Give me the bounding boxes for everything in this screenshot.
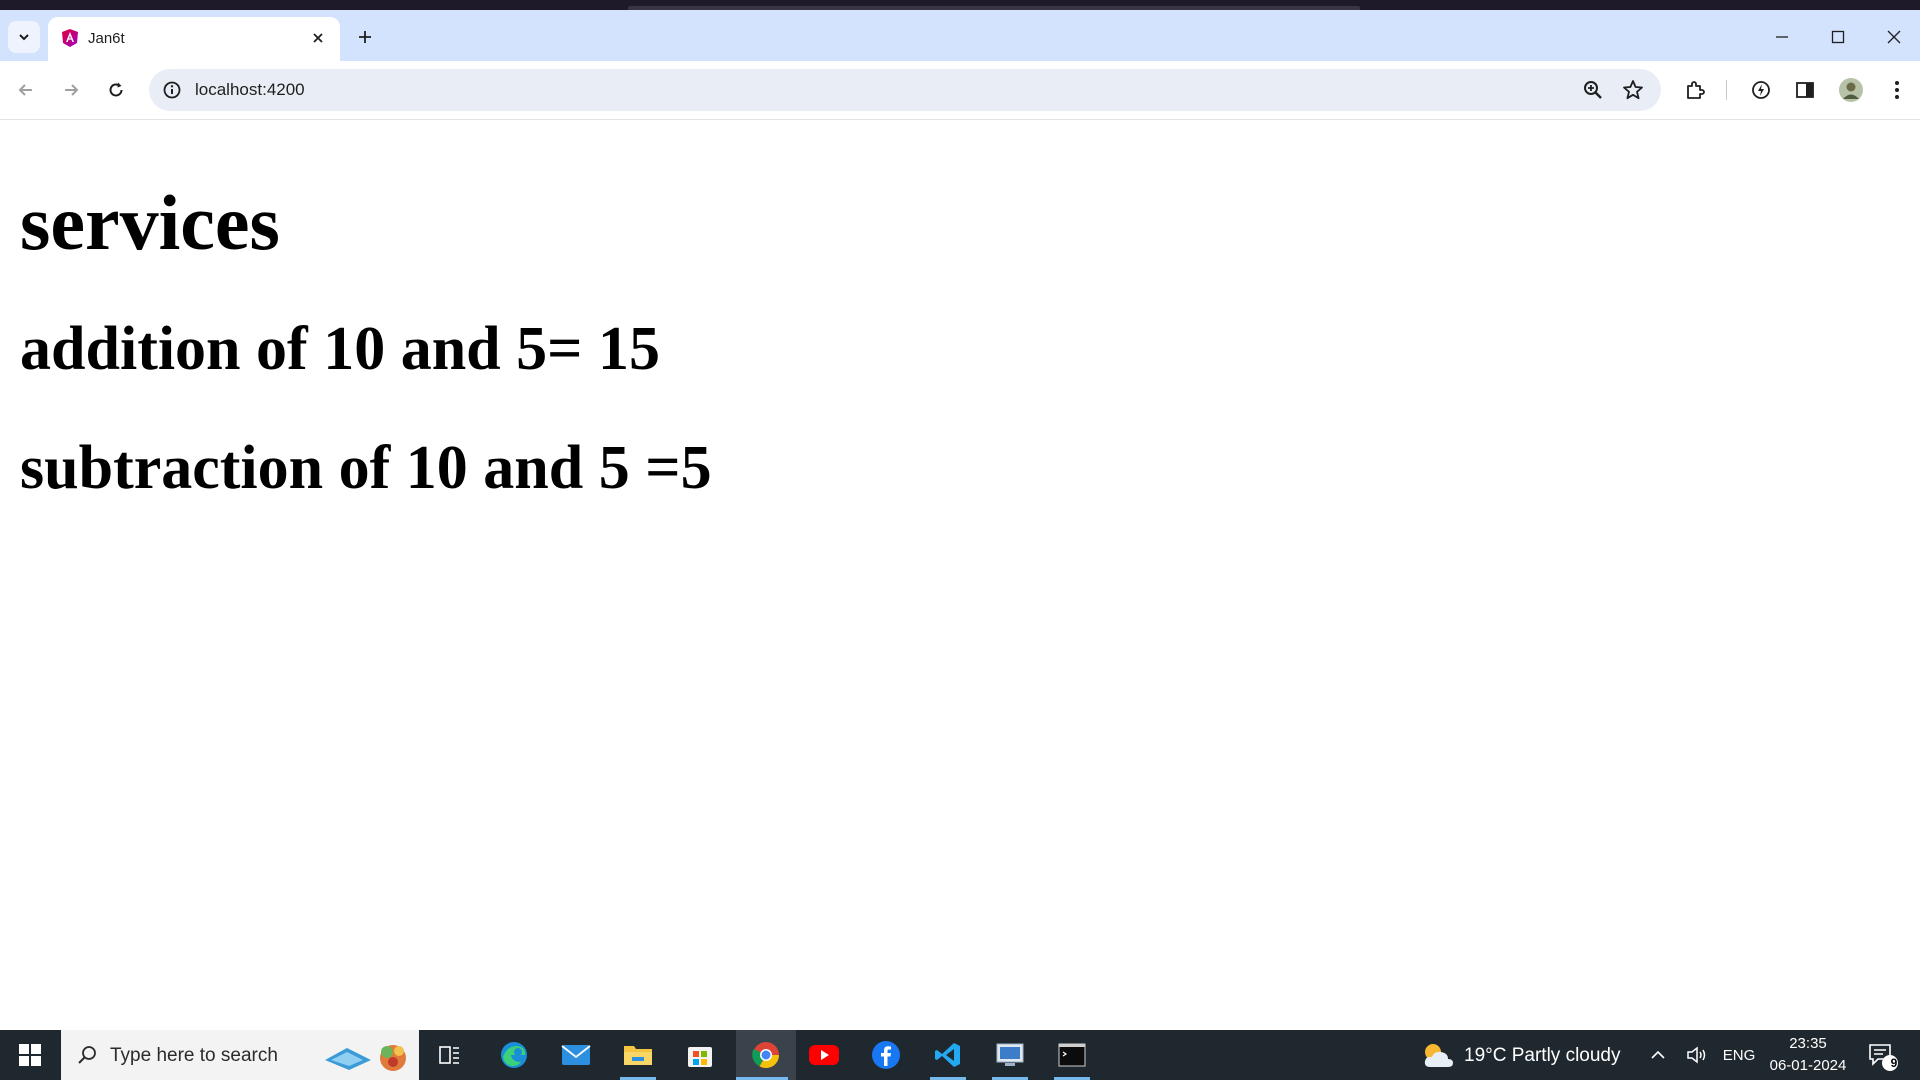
minimize-button[interactable] [1754,20,1810,54]
tab-title: Jan6t [88,30,125,47]
performance-button[interactable] [1746,75,1776,105]
notification-center-button[interactable]: 9 [1866,1040,1900,1072]
taskbar-terminal[interactable] [1046,1030,1098,1080]
clock-date: 06-01-2024 [1769,1057,1847,1074]
browser-tab-bar: Jan6t [0,10,1920,61]
taskbar-microsoft-store[interactable] [674,1030,726,1080]
subtraction-result: subtraction of 10 and 5 =5 [20,434,712,502]
clock-time: 23:35 [1789,1035,1827,1052]
taskbar-youtube[interactable] [798,1030,850,1080]
taskbar-remote-desktop[interactable] [984,1030,1036,1080]
angular-logo-icon [62,29,78,47]
extensions-button[interactable] [1680,75,1710,105]
more-vertical-icon [1895,81,1899,99]
close-icon [1887,30,1901,44]
minimize-icon [1776,36,1788,38]
arrow-left-icon [18,84,32,96]
address-url[interactable]: localhost:4200 [195,80,305,100]
chevron-down-icon [19,34,29,41]
browser-menu-button[interactable] [1882,75,1912,105]
side-panel-icon [1796,82,1814,98]
addition-result: addition of 10 and 5= 15 [20,315,660,383]
mail-icon [561,1045,591,1065]
plus-icon [359,31,371,43]
search-highlight-illustration-icon [325,1045,406,1071]
taskbar-vscode[interactable] [922,1030,974,1080]
windows-logo-icon [19,1044,41,1066]
search-placeholder: Type here to search [110,1045,278,1066]
task-view-button[interactable] [424,1030,476,1080]
speaker-icon [1687,1046,1706,1064]
taskbar-file-explorer[interactable] [612,1030,664,1080]
language-indicator[interactable]: ENG [1720,1042,1758,1068]
arrow-right-icon [65,84,79,96]
notification-badge: 9 [1890,1056,1898,1070]
folder-icon [624,1046,652,1065]
puzzle-icon [1687,81,1705,99]
windows-taskbar: Type here to search 19°C Partly cloudy E… [0,1030,1920,1080]
facebook-icon [872,1041,900,1069]
tab-search-button[interactable] [8,21,40,53]
close-icon [313,33,323,43]
close-window-button[interactable] [1866,20,1920,54]
reload-button[interactable] [99,73,133,107]
zoom-icon[interactable] [1581,78,1605,102]
taskbar-mail[interactable] [550,1030,602,1080]
taskbar-chrome[interactable] [736,1030,796,1080]
profile-avatar[interactable] [1836,75,1866,105]
search-icon [78,1046,96,1064]
maximize-button[interactable] [1810,20,1866,54]
back-button[interactable] [9,73,43,107]
site-info-icon[interactable] [161,79,183,101]
volume-button[interactable] [1682,1042,1712,1068]
chevron-up-icon [1651,1050,1665,1059]
terminal-icon [1058,1043,1086,1067]
remote-desktop-icon [996,1043,1024,1066]
new-tab-button[interactable] [352,24,378,50]
vscode-icon [935,1043,960,1067]
reload-icon [109,82,123,97]
taskbar-clock[interactable]: 23:35 06-01-2024 [1760,1033,1856,1077]
store-icon [688,1047,712,1067]
taskbar-edge[interactable] [488,1030,540,1080]
partly-cloudy-icon [1424,1044,1453,1067]
toolbar-separator [1726,80,1727,100]
browser-tab-active[interactable]: Jan6t [48,17,340,61]
edge-icon [501,1042,527,1068]
youtube-icon [809,1045,839,1065]
maximize-icon [1831,30,1845,44]
page-content: services addition of 10 and 5= 15 subtra… [0,120,1920,1030]
address-bar[interactable]: localhost:4200 [149,69,1661,111]
forward-button[interactable] [54,73,88,107]
task-view-icon [439,1046,459,1064]
chrome-icon [752,1042,780,1069]
show-hidden-icons-button[interactable] [1646,1042,1670,1068]
start-button[interactable] [0,1030,60,1080]
avatar-icon [1839,78,1863,102]
bookmark-star-icon[interactable] [1621,78,1645,102]
speedometer-icon [1752,81,1770,99]
page-title: services [20,179,280,266]
tab-close-button[interactable] [306,26,330,50]
weather-widget[interactable]: 19°C Partly cloudy [1418,1040,1621,1070]
weather-text: 19°C Partly cloudy [1464,1045,1621,1066]
taskbar-search-box[interactable]: Type here to search [61,1030,419,1080]
side-panel-button[interactable] [1790,75,1820,105]
taskbar-facebook[interactable] [860,1030,912,1080]
window-top-strip [0,0,1920,10]
browser-toolbar: localhost:4200 [0,61,1920,120]
